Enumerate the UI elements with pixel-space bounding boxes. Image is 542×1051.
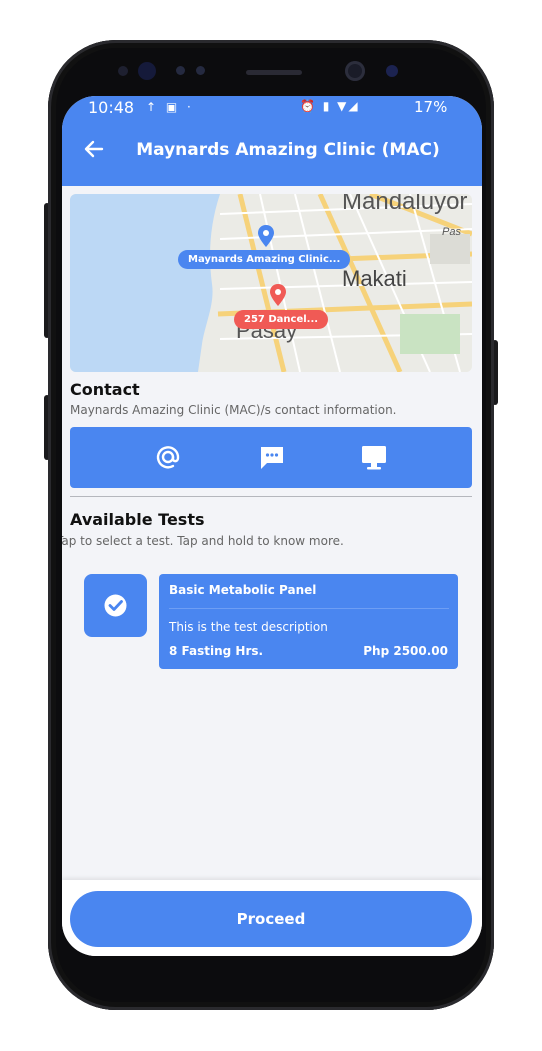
- message-icon[interactable]: [256, 441, 288, 473]
- notification-icons: ↑ ▣ ·: [146, 100, 194, 114]
- earpiece-speaker: [246, 70, 302, 75]
- map-place-mandaluyong: Mandaluyor: [342, 194, 468, 215]
- contact-actions: [70, 427, 472, 488]
- status-bar: 10:48 ↑ ▣ · ⏰ ▮ ▼◢ 17%: [62, 96, 482, 120]
- check-circle-icon: [104, 594, 127, 617]
- map-place-pasig: Pas: [442, 226, 461, 238]
- proximity-sensor: [176, 66, 185, 75]
- contact-heading: Contact: [70, 380, 140, 399]
- system-icons: ⏰ ▮ ▼◢: [300, 99, 360, 113]
- status-time: 10:48: [88, 98, 135, 117]
- front-sensor-large: [138, 62, 156, 80]
- test-description: This is the test description: [169, 620, 328, 634]
- user-location-marker-icon[interactable]: [270, 284, 286, 306]
- map-place-makati: Makati: [342, 266, 407, 291]
- website-icon[interactable]: [358, 441, 390, 473]
- footer-bar: Proceed: [62, 880, 482, 956]
- test-card-divider: [169, 608, 449, 609]
- test-select-toggle[interactable]: [84, 574, 147, 637]
- front-camera: [345, 61, 365, 81]
- test-name: Basic Metabolic Panel: [169, 583, 317, 597]
- iris-scanner: [386, 65, 398, 77]
- proceed-button[interactable]: Proceed: [70, 891, 472, 947]
- ambient-sensor: [196, 66, 205, 75]
- test-card[interactable]: Basic Metabolic Panel This is the test d…: [159, 574, 458, 669]
- tests-heading: Available Tests: [70, 510, 205, 529]
- clinic-marker-label[interactable]: Maynards Amazing Clinic...: [178, 250, 351, 269]
- arrow-left-icon[interactable]: [80, 135, 108, 163]
- battery-level: 17%: [414, 98, 448, 116]
- clinic-marker-icon[interactable]: [258, 225, 274, 247]
- clinic-map[interactable]: Mandaluyor Pas Makati Pasay Maynards Ama…: [70, 194, 472, 372]
- map-tiles: [70, 194, 472, 372]
- section-divider: [70, 496, 472, 497]
- app-screen: 10:48 ↑ ▣ · ⏰ ▮ ▼◢ 17% Maynards Amazing …: [62, 96, 482, 956]
- contact-subtitle: Maynards Amazing Clinic (MAC)/s contact …: [70, 403, 397, 417]
- tests-subtitle: Tap to select a test. Tap and hold to kn…: [62, 534, 344, 548]
- page-title: Maynards Amazing Clinic (MAC): [136, 140, 440, 160]
- app-bar: Maynards Amazing Clinic (MAC): [62, 120, 482, 186]
- test-price: Php 2500.00: [363, 644, 448, 658]
- test-fasting-hours: 8 Fasting Hrs.: [169, 644, 264, 658]
- user-location-label[interactable]: 257 Dancel...: [234, 310, 329, 329]
- front-sensor: [118, 66, 128, 76]
- email-icon[interactable]: [152, 441, 184, 473]
